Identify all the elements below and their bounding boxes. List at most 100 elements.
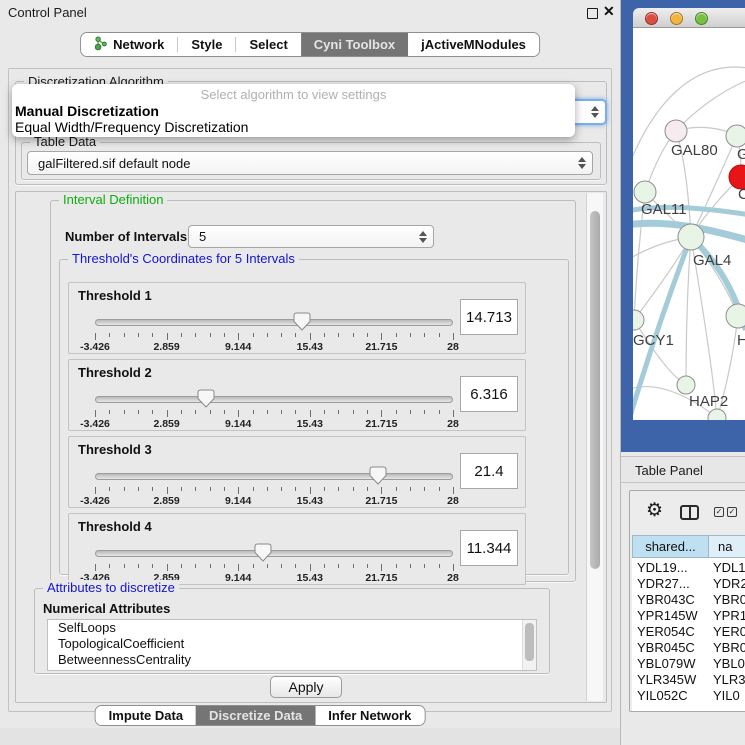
attributes-list-scrollbar[interactable] xyxy=(522,620,536,670)
minimize-traffic-light[interactable] xyxy=(670,12,683,25)
cell-name: YDL1 xyxy=(713,560,745,575)
slider-tick xyxy=(381,564,382,571)
cell-name: YBL0 xyxy=(713,656,745,671)
table-row[interactable]: YBR043CYBR0 xyxy=(632,592,745,608)
threshold-slider[interactable]: -3.4262.8599.14415.4321.71528 xyxy=(95,544,453,580)
tab-network[interactable]: Network xyxy=(81,33,177,56)
network-graph[interactable]: GAL80GCGAL11GAL4GCY1HHAP2 xyxy=(633,28,745,420)
network-canvas[interactable]: GAL80GCGAL11GAL4GCY1HHAP2 xyxy=(633,28,745,420)
network-node-pink[interactable] xyxy=(665,120,687,142)
slider-tick xyxy=(167,564,168,571)
network-edge[interactable] xyxy=(691,237,738,316)
tab-infer-network[interactable]: Infer Network xyxy=(315,706,424,725)
slider-tick xyxy=(238,333,239,340)
thresholds-group-title: Threshold's Coordinates for 5 Intervals xyxy=(68,251,299,266)
slider-tick xyxy=(439,564,440,568)
threshold-panel-1: Threshold 1-3.4262.8599.14415.4321.71528… xyxy=(68,282,526,354)
slider-track[interactable] xyxy=(95,473,453,480)
tab-impute-data[interactable]: Impute Data xyxy=(96,706,196,725)
slider-scale-label: 15.43 xyxy=(297,418,323,430)
table-row[interactable]: YBL079WYBL0 xyxy=(632,656,745,672)
threshold-value-field[interactable]: 21.4 xyxy=(460,453,518,489)
table-row[interactable]: YER054CYER0 xyxy=(632,624,745,640)
slider-scale-label: 15.43 xyxy=(297,495,323,507)
tab-discretize-data[interactable]: Discretize Data xyxy=(196,706,315,725)
list-item-selfloops[interactable]: SelfLoops xyxy=(48,620,536,636)
split-table-icon[interactable] xyxy=(680,505,699,520)
threshold-value-field[interactable]: 6.316 xyxy=(460,376,518,412)
threshold-panel-2: Threshold 2-3.4262.8599.14415.4321.71528… xyxy=(68,359,526,431)
checkbox-pair-icon[interactable]: ✓ ✓ xyxy=(714,507,737,517)
table-row[interactable]: YDR27...YDR2 xyxy=(632,576,745,592)
column-header-shared-name[interactable]: shared... xyxy=(632,535,709,558)
slider-tick xyxy=(181,410,182,414)
tab-style[interactable]: Style xyxy=(178,33,235,56)
slider-track[interactable] xyxy=(95,550,453,557)
slider-tick xyxy=(353,487,354,491)
threshold-slider[interactable]: -3.4262.8599.14415.4321.71528 xyxy=(95,390,453,426)
slider-tick xyxy=(138,333,139,337)
close-icon[interactable]: ✕ xyxy=(603,3,615,20)
slider-tick xyxy=(310,410,311,417)
slider-tick xyxy=(152,410,153,414)
cell-name: YDR2 xyxy=(713,576,745,591)
network-node-green[interactable] xyxy=(634,181,656,203)
cell-name: YBR0 xyxy=(713,640,745,655)
numerical-attributes-heading: Numerical Attributes xyxy=(43,601,170,616)
table-row[interactable]: YLR345WYLR3 xyxy=(632,672,745,688)
network-edge[interactable] xyxy=(686,237,691,385)
network-node-green[interactable] xyxy=(677,376,695,394)
numerical-attributes-list[interactable]: SelfLoopsTopologicalCoefficientBetweenne… xyxy=(47,619,537,671)
table-row[interactable]: YBR045CYBR0 xyxy=(632,640,745,656)
network-edge[interactable] xyxy=(634,237,691,320)
tab-jactivemnodules[interactable]: jActiveMNodules xyxy=(408,33,539,56)
tab-label: Cyni Toolbox xyxy=(314,37,395,52)
slider-track[interactable] xyxy=(95,396,453,403)
algorithm-option-manual-discretization[interactable]: Manual Discretization xyxy=(12,103,575,119)
slider-tick xyxy=(396,564,397,568)
list-item-topologicalcoefficient[interactable]: TopologicalCoefficient xyxy=(48,636,536,652)
network-window-titlebar[interactable] xyxy=(633,8,745,28)
table-row[interactable]: YPR145WYPR1 xyxy=(632,608,745,624)
slider-tick xyxy=(281,487,282,491)
threshold-value-field[interactable]: 11.344 xyxy=(460,530,518,566)
table-data-combobox[interactable]: galFiltered.sif default node xyxy=(27,151,593,175)
network-node-green[interactable] xyxy=(708,409,726,420)
scrollbar-thumb[interactable] xyxy=(590,211,600,569)
threshold-value-field[interactable]: 14.713 xyxy=(460,299,518,335)
algorithm-option-equal-width-frequency-discretization[interactable]: Equal Width/Frequency Discretization xyxy=(12,119,575,135)
column-header-name[interactable]: na xyxy=(709,535,745,558)
tab-select[interactable]: Select xyxy=(236,33,300,56)
network-node-green[interactable] xyxy=(726,304,745,328)
network-node-green[interactable] xyxy=(726,125,745,147)
table-row[interactable]: YDL19...YDL1 xyxy=(632,560,745,576)
slider-tick xyxy=(195,487,196,491)
close-traffic-light[interactable] xyxy=(645,12,658,25)
list-item-betweennesscentrality[interactable]: BetweennessCentrality xyxy=(48,652,536,668)
threshold-slider[interactable]: -3.4262.8599.14415.4321.71528 xyxy=(95,467,453,503)
slider-thumb[interactable] xyxy=(197,389,215,413)
slider-tick xyxy=(152,564,153,568)
threshold-label: Threshold 3 xyxy=(78,442,152,457)
table-row[interactable]: YIL052CYIL0 xyxy=(632,688,745,704)
tab-cyni-toolbox[interactable]: Cyni Toolbox xyxy=(301,33,408,56)
slider-tick xyxy=(167,487,168,494)
slider-thumb[interactable] xyxy=(369,466,387,490)
number-of-intervals-label: Number of Intervals xyxy=(65,229,187,244)
float-window-icon[interactable] xyxy=(587,8,598,19)
threshold-slider[interactable]: -3.4262.8599.14415.4321.71528 xyxy=(95,313,453,349)
apply-button[interactable]: Apply xyxy=(270,676,342,698)
settings-vertical-scrollbar[interactable] xyxy=(586,193,603,701)
number-of-intervals-combobox[interactable]: 5 xyxy=(188,225,434,248)
slider-thumb[interactable] xyxy=(293,312,311,336)
slider-track[interactable] xyxy=(95,319,453,326)
zoom-traffic-light[interactable] xyxy=(695,12,708,25)
slider-scale-label: -3.426 xyxy=(80,495,110,507)
combo-stepper-icon xyxy=(419,231,427,243)
network-node-green[interactable] xyxy=(633,310,644,330)
network-node-green[interactable] xyxy=(678,224,704,250)
network-edge[interactable] xyxy=(676,80,745,131)
gear-icon[interactable]: ⚙ xyxy=(646,501,663,520)
slider-thumb[interactable] xyxy=(254,543,272,567)
scrollbar-thumb[interactable] xyxy=(525,623,534,661)
